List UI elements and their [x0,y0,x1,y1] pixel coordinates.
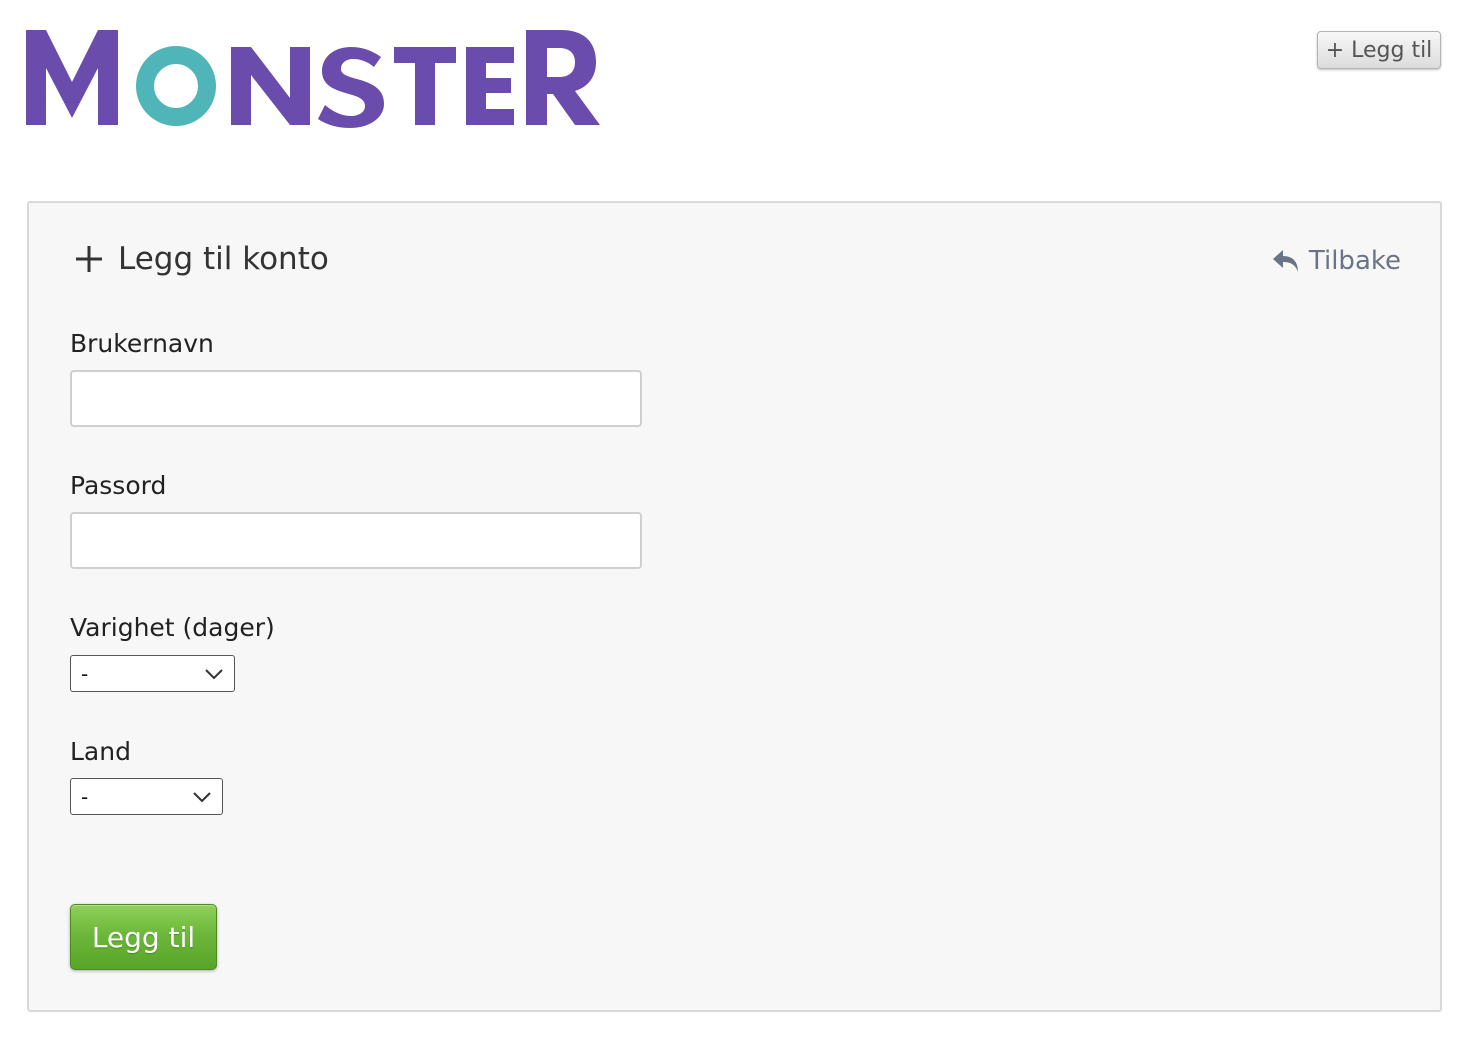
chevron-down-icon [204,668,224,680]
duration-label: Varighet (dager) [70,613,275,642]
monster-logo [26,30,601,128]
submit-add-button[interactable]: Legg til [70,904,217,970]
add-button-top-label: + Legg til [1325,37,1433,63]
username-label: Brukernavn [70,329,214,358]
duration-select-value: - [81,661,89,686]
chevron-down-icon [192,791,212,803]
password-input[interactable] [70,512,642,569]
username-input[interactable] [70,370,642,427]
add-account-panel: Legg til konto Tilbake Brukernavn Passor… [27,201,1442,1012]
add-button-top[interactable]: + Legg til [1317,31,1441,69]
panel-title-text: Legg til konto [118,241,329,277]
duration-select[interactable]: - [70,655,235,692]
reply-arrow-icon [1272,248,1300,274]
country-select[interactable]: - [70,778,223,815]
back-link-label: Tilbake [1308,246,1401,276]
password-label: Passord [70,471,167,500]
country-label: Land [70,737,131,766]
panel-title: Legg til konto [74,241,329,277]
plus-icon [74,244,104,274]
country-select-value: - [81,784,89,809]
back-link[interactable]: Tilbake [1272,246,1401,276]
